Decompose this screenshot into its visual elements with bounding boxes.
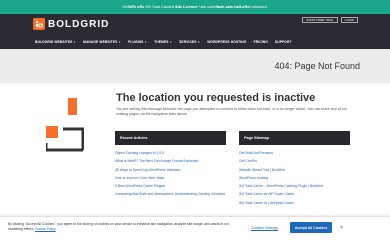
nav-label: SUPPORT [274, 40, 292, 44]
recent-article-link[interactable]: 25 Ways to Speed Up WordPress Websites [115, 168, 226, 172]
nav-support[interactable]: SUPPORT [275, 40, 292, 44]
cookie-policy-link[interactable]: Cookie Policy [35, 227, 56, 231]
promo-code: flash-sale-half-off [215, 5, 248, 9]
chevron-down-icon: ▼ [73, 40, 77, 44]
recent-article-link[interactable]: 5 Best WordPress Cache Plugins [115, 184, 226, 188]
login-button[interactable]: LOGIN [340, 17, 358, 23]
sitemap-link[interactable]: W3 Total Cache vs LiteSpeed Cache [239, 201, 350, 205]
accept-all-cookies-button[interactable]: Accept All Cookies [290, 222, 332, 233]
nav-label: WORDPRESS HOSTING [207, 40, 247, 44]
sitemap-link[interactable]: Get BoldGrid Premium [239, 151, 350, 155]
page-title-band: 404: Page Not Found [0, 49, 390, 83]
page-sitemap-panel: Page Sitemap Get BoldGrid Premium Get Cr… [239, 131, 350, 209]
nav-plugins[interactable]: PLUGINS ▼ [128, 40, 147, 44]
cookies-settings-button[interactable]: Cookies Settings [251, 226, 278, 230]
chevron-down-icon: ▼ [144, 40, 148, 44]
boldgrid-logo-icon [33, 18, 45, 30]
promo-bar: Get 50% off a W3 Total Cache 1 Site Lice… [0, 0, 390, 14]
recent-articles-title: Recent Articles [115, 131, 226, 145]
site-header: BOLDGRID START FREE TRIAL LOGIN BOLDGRID… [0, 14, 390, 49]
sitemap-link[interactable]: WordPress Hosting [239, 176, 350, 180]
page-title: 404: Page Not Found [274, 61, 360, 71]
sitemap-link[interactable]: W3 Total Cache – WordPress Caching Plugi… [239, 184, 350, 188]
error-description: You are seeing this message because the … [116, 107, 348, 117]
chevron-down-icon: ▼ [197, 40, 201, 44]
recent-article-link[interactable]: Object Caching changes in 2.0.0 [115, 151, 226, 155]
start-free-trial-button[interactable]: START FREE TRIAL [302, 17, 338, 23]
nav-boldgrid-websites[interactable]: BOLDGRID WEBSITES ▼ [35, 40, 76, 44]
cookie-message: By clicking "Accept All Cookies", you ag… [8, 222, 238, 231]
chevron-down-icon: ▼ [169, 40, 173, 44]
main-nav: BOLDGRID WEBSITES ▼ MANAGE WEBSITES ▼ PLUG… [35, 40, 292, 44]
promo-code-intro: ! Use code [197, 5, 216, 9]
nav-label: THEMES [154, 40, 169, 44]
chevron-down-icon: ▼ [118, 40, 122, 44]
nav-label: PRICING [253, 40, 268, 44]
nav-label: SERVICES [179, 40, 197, 44]
sitemap-link[interactable]: W3 Total Cache vs WP Super Cache [239, 192, 350, 196]
promo-suffix: at checkout. [247, 5, 268, 9]
nav-label: MANAGE WEBSITES [83, 40, 118, 44]
sitemap-link[interactable]: Website Speed Tool | BoldGrid [239, 168, 350, 172]
recent-article-link[interactable]: Comparing Bok-Bulls and Memcached: Under… [115, 192, 226, 196]
promo-discount: 50% off [128, 5, 143, 9]
nav-label: BOLDGRID WEBSITES [35, 40, 73, 44]
promo-middle: a W3 Total Cache [142, 5, 172, 9]
nav-themes[interactable]: THEMES ▼ [154, 40, 172, 44]
recent-article-link[interactable]: What is WebP? The Next-Gen Image Format … [115, 159, 226, 163]
nav-pricing[interactable]: PRICING [253, 40, 267, 44]
site-logo[interactable]: BOLDGRID [33, 18, 109, 30]
recent-articles-panel: Recent Articles Object Caching changes i… [115, 131, 226, 201]
not-found-illustration-icon [44, 98, 85, 152]
page-sitemap-title: Page Sitemap [239, 131, 350, 145]
nav-label: PLUGINS [128, 40, 144, 44]
error-headline: The location you requested is inactive [116, 92, 316, 104]
close-icon[interactable]: × [340, 225, 343, 231]
nav-manage-websites[interactable]: MANAGE WEBSITES ▼ [83, 40, 121, 44]
nav-wordpress-hosting[interactable]: WORDPRESS HOSTING [207, 40, 246, 44]
nav-services[interactable]: SERVICES ▼ [179, 40, 200, 44]
logo-text: BOLDGRID [48, 18, 110, 30]
cookie-consent-banner: By clicking "Accept All Cookies", you ag… [0, 217, 390, 240]
recent-article-link[interactable]: How to Improve Core Web Vitals [115, 176, 226, 180]
promo-product: 1 Site License [171, 5, 198, 9]
sitemap-link[interactable]: Get CrioPro [239, 159, 350, 163]
